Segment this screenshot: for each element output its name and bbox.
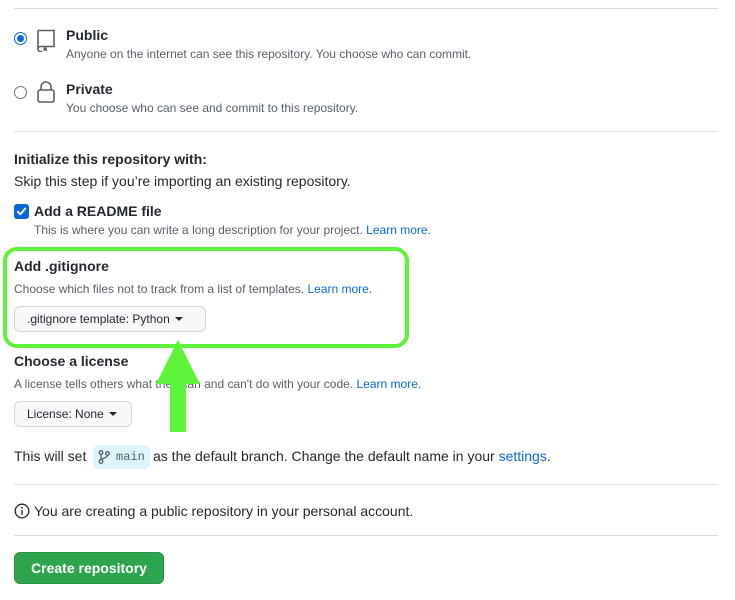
initialize-subheading: Skip this step if you’re importing an ex… [14,173,351,189]
info-icon [14,503,30,519]
branch-note-prefix: This will set [14,448,87,464]
public-title: Public [66,27,109,43]
private-radio[interactable] [14,86,27,99]
divider-branch [14,484,718,485]
private-description: You choose who can see and commit to thi… [66,101,359,115]
readme-description-row: This is where you can write a long descr… [34,223,431,237]
readme-description: This is where you can write a long descr… [34,223,363,237]
lock-icon [37,81,55,103]
license-dropdown[interactable]: License: None [14,401,132,427]
divider-info [14,535,718,536]
branch-note-suffix: . [546,448,551,464]
gitignore-highlight-box [3,247,409,348]
repo-icon [37,29,55,52]
arrow-up-icon [156,340,200,432]
license-learn-more-link[interactable]: Learn more. [357,377,422,391]
readme-checkbox[interactable] [14,204,29,219]
info-text: You are creating a public repository in … [34,503,414,519]
caret-down-icon [108,412,117,416]
initialize-heading: Initialize this repository with: [14,151,207,167]
private-title: Private [66,81,113,97]
git-branch-icon [98,450,110,464]
divider-top [14,8,718,9]
settings-link[interactable]: settings [499,448,547,464]
branch-note-rest: as the default branch. Change the defaul… [153,448,551,464]
license-label: License: None [27,407,104,421]
license-description-row: A license tells others what they can and… [14,377,421,391]
branch-badge: main [93,445,150,469]
license-heading: Choose a license [14,353,129,369]
checkmark-icon [16,207,27,216]
public-radio[interactable] [14,32,27,45]
branch-note-middle: as the default branch. Change the defaul… [153,448,495,464]
branch-name: main [116,450,145,464]
create-repository-button[interactable]: Create repository [14,552,164,584]
divider-visibility [14,131,718,132]
readme-label[interactable]: Add a README file [34,203,162,219]
public-description: Anyone on the internet can see this repo… [66,47,472,61]
readme-learn-more-link[interactable]: Learn more. [366,223,431,237]
